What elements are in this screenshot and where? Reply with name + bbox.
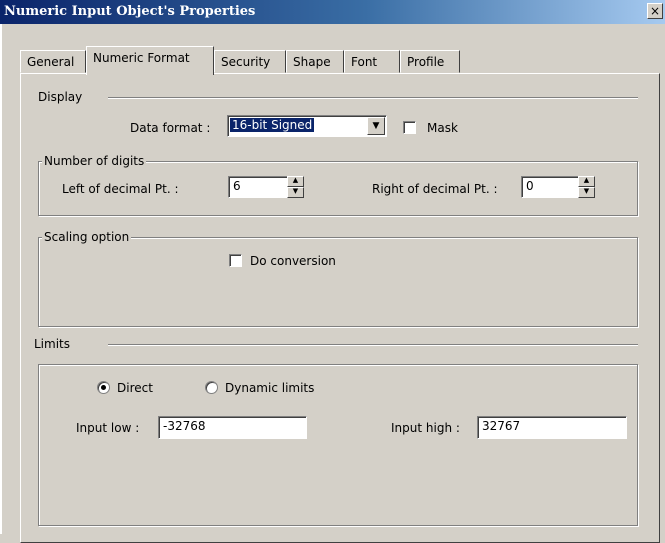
tab-shape[interactable]: Shape xyxy=(286,50,344,73)
data-format-value: 16-bit Signed xyxy=(230,118,315,132)
do-conversion-label: Do conversion xyxy=(250,254,336,268)
left-decimal-spinner[interactable]: ▲ ▼ xyxy=(287,176,304,198)
input-high-label: Input high : xyxy=(391,421,460,435)
do-conversion-checkbox[interactable] xyxy=(229,254,242,267)
spin-down-icon[interactable]: ▼ xyxy=(287,187,304,198)
scaling-group xyxy=(38,237,638,327)
limits-separator xyxy=(108,344,638,346)
dynamic-limits-radio[interactable] xyxy=(205,381,218,394)
left-decimal-label: Left of decimal Pt. : xyxy=(62,182,179,196)
dynamic-limits-label: Dynamic limits xyxy=(225,381,315,395)
chevron-down-icon[interactable]: ▼ xyxy=(367,117,385,135)
direct-label: Direct xyxy=(117,381,153,395)
title-bar: Numeric Input Object's Properties × xyxy=(0,0,665,24)
right-decimal-input[interactable]: 0 xyxy=(521,176,579,198)
window-title: Numeric Input Object's Properties xyxy=(4,4,256,19)
spin-up-icon[interactable]: ▲ xyxy=(287,176,304,187)
spin-up-icon[interactable]: ▲ xyxy=(578,176,595,187)
tab-label: General xyxy=(27,55,75,69)
tab-label: Shape xyxy=(293,55,331,69)
digits-legend: Number of digits xyxy=(42,154,147,168)
window-border xyxy=(0,24,2,534)
input-low-label: Input low : xyxy=(76,421,140,435)
mask-label: Mask xyxy=(427,121,458,135)
tab-general[interactable]: General xyxy=(20,50,86,73)
tab-numeric-format[interactable]: Numeric Format xyxy=(86,46,214,75)
tab-font[interactable]: Font xyxy=(344,50,400,73)
mask-checkbox[interactable] xyxy=(403,121,416,134)
right-decimal-label: Right of decimal Pt. : xyxy=(372,182,498,196)
display-separator xyxy=(108,97,638,99)
close-button[interactable]: × xyxy=(647,3,663,19)
direct-radio[interactable] xyxy=(97,381,110,394)
display-section-label: Display xyxy=(38,90,83,104)
left-decimal-input[interactable]: 6 xyxy=(228,176,288,198)
data-format-label: Data format : xyxy=(130,121,211,135)
data-format-select[interactable]: 16-bit Signed ▼ xyxy=(227,115,387,137)
scaling-legend: Scaling option xyxy=(42,230,132,244)
input-low-field[interactable]: -32768 xyxy=(158,416,307,439)
tab-profile[interactable]: Profile xyxy=(400,50,460,73)
spin-down-icon[interactable]: ▼ xyxy=(578,187,595,198)
right-decimal-spinner[interactable]: ▲ ▼ xyxy=(578,176,595,198)
tab-label: Numeric Format xyxy=(93,51,190,65)
input-high-field[interactable]: 32767 xyxy=(477,416,627,439)
tab-security[interactable]: Security xyxy=(214,50,286,73)
tab-label: Profile xyxy=(407,55,445,69)
radio-selected-dot xyxy=(101,385,106,390)
tab-label: Security xyxy=(221,55,271,69)
limits-section-label: Limits xyxy=(34,337,70,351)
tab-label: Font xyxy=(351,55,378,69)
